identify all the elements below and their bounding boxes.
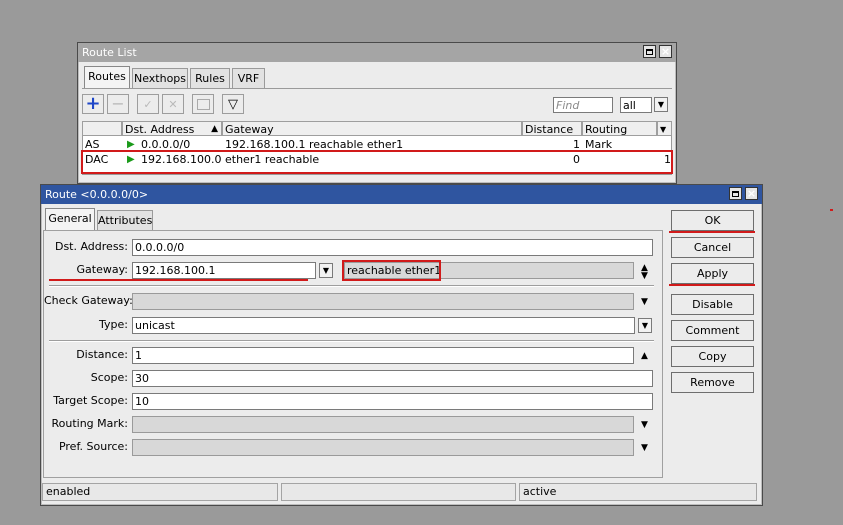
column-routing-mark[interactable]: Routing Mark [582, 121, 657, 151]
check-gateway-dropdown-icon[interactable]: ▼ [641, 297, 648, 307]
tab-vrf[interactable]: VRF [232, 68, 265, 88]
tab-general[interactable]: General [45, 208, 95, 230]
find-input[interactable]: Find [553, 97, 613, 113]
sort-icon: ▲ [211, 124, 218, 134]
scope-label: Scope: [90, 371, 128, 384]
gateway-label: Gateway: [76, 263, 129, 276]
tab-attributes[interactable]: Attributes [97, 210, 153, 230]
filter-dropdown-icon[interactable]: ▼ [654, 97, 668, 112]
x-icon: ✕ [168, 97, 178, 111]
check-gateway-select[interactable] [132, 293, 634, 310]
type-dropdown-icon[interactable]: ▼ [638, 318, 652, 333]
note-icon [196, 98, 210, 110]
ok-button[interactable]: OK [671, 210, 754, 231]
dst-address-label: Dst. Address: [54, 240, 128, 253]
highlight-dac-row [81, 150, 673, 174]
add-button[interactable]: + [82, 94, 104, 114]
type-select[interactable]: unicast [132, 317, 635, 334]
funnel-icon: ▽ [228, 96, 238, 112]
gateway-dropdown-icon[interactable]: ▼ [319, 263, 333, 278]
target-scope-input[interactable]: 10 [132, 393, 653, 410]
remove-button[interactable]: Remove [671, 372, 754, 393]
filter-select[interactable]: all [620, 97, 652, 113]
close-icon[interactable]: × [659, 45, 672, 58]
plus-icon: + [85, 93, 101, 114]
maximize-icon[interactable] [643, 45, 656, 58]
column-dst-address[interactable]: Dst. Address ▲ [122, 121, 222, 136]
comment-button[interactable]: Comment [671, 320, 754, 341]
disable-button[interactable]: ✕ [162, 94, 184, 114]
check-gateway-label: Check Gateway: [44, 294, 133, 307]
column-distance[interactable]: Distance [522, 121, 582, 136]
status-middle [281, 483, 516, 501]
gateway-status-highlight [342, 260, 441, 281]
type-label: Type: [99, 318, 128, 331]
route-dialog-title: Route <0.0.0.0/0> [45, 188, 149, 201]
routing-mark-label: Routing Mark: [51, 417, 128, 430]
tab-routes[interactable]: Routes [84, 66, 130, 88]
scope-input[interactable]: 30 [132, 370, 653, 387]
apply-button[interactable]: Apply [671, 263, 754, 284]
filter-button[interactable]: ▽ [222, 94, 244, 114]
dst-address-input[interactable]: 0.0.0.0/0 [132, 239, 653, 256]
tab-rules[interactable]: Rules [190, 68, 230, 88]
route-list-titlebar[interactable]: Route List × [78, 43, 676, 62]
disable-button[interactable]: Disable [671, 294, 754, 315]
separator [49, 285, 654, 287]
target-scope-label: Target Scope: [53, 394, 128, 407]
distance-input[interactable]: 1 [132, 347, 634, 364]
tab-nexthops[interactable]: Nexthops [132, 68, 188, 88]
minus-icon: − [111, 94, 125, 113]
apply-underline [669, 284, 755, 286]
status-enabled: enabled [42, 483, 278, 501]
gateway-underline [49, 279, 308, 281]
gateway-input[interactable]: 192.168.100.1 [132, 262, 316, 279]
ok-underline [669, 231, 755, 233]
pref-source-label: Pref. Source: [58, 440, 128, 453]
pref-source-dropdown-icon[interactable]: ▼ [641, 443, 648, 453]
route-dialog-titlebar[interactable]: Route <0.0.0.0/0> × [41, 185, 762, 204]
pref-source-select[interactable] [132, 439, 634, 456]
red-dot-marker [830, 209, 833, 211]
copy-button[interactable]: Copy [671, 346, 754, 367]
comment-button[interactable] [192, 94, 214, 114]
distance-label: Distance: [76, 348, 128, 361]
check-icon: ✓ [143, 97, 153, 111]
route-list-title: Route List [82, 46, 137, 59]
column-gateway[interactable]: Gateway [222, 121, 522, 136]
enable-button[interactable]: ✓ [137, 94, 159, 114]
routing-mark-dropdown-icon[interactable]: ▼ [641, 420, 648, 430]
separator [49, 340, 654, 342]
close-icon[interactable]: × [745, 187, 758, 200]
down-arrow-icon[interactable]: ▼ [641, 271, 648, 281]
tab-divider [82, 88, 672, 89]
cancel-button[interactable]: Cancel [671, 237, 754, 258]
maximize-icon[interactable] [729, 187, 742, 200]
column-menu-icon[interactable]: ▼ [657, 121, 672, 136]
routing-mark-select[interactable] [132, 416, 634, 433]
column-flags[interactable] [82, 121, 122, 136]
remove-button[interactable]: − [107, 94, 129, 114]
status-active: active [519, 483, 757, 501]
distance-collapse-icon[interactable]: ▲ [641, 351, 648, 361]
